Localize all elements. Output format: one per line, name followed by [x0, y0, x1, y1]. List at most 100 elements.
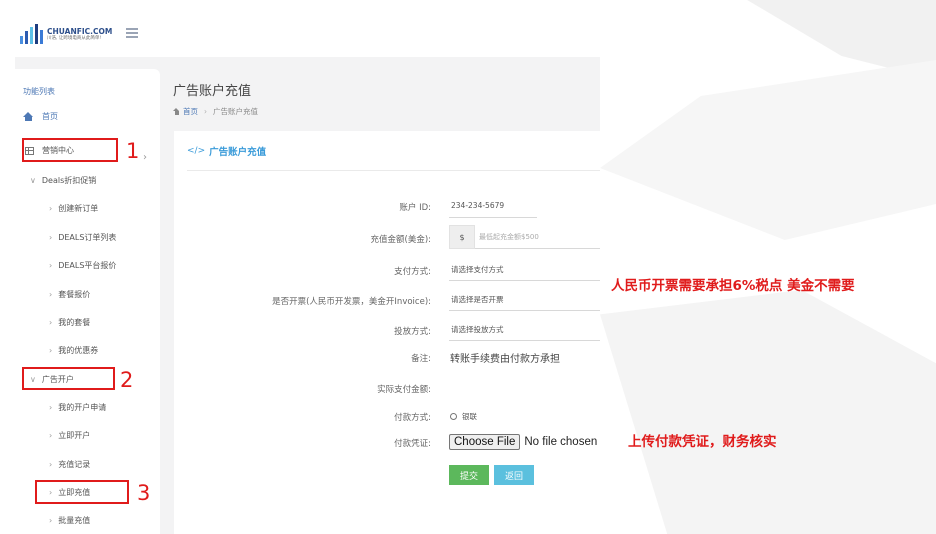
chevron-right-icon: ›: [49, 403, 53, 412]
logo-bar: [20, 36, 23, 44]
remark-value: 转账手续费由付款方承担: [450, 354, 560, 365]
remark-label: 备注:: [411, 354, 431, 364]
logo-bar: [40, 30, 43, 44]
account-id-value[interactable]: 234-234-5679: [451, 201, 504, 210]
sidebar-item-label: 套餐报价: [58, 290, 91, 299]
chevron-right-icon: ›: [49, 460, 53, 469]
file-status: No file chosen: [524, 436, 598, 448]
upload-voucher-note: 上传付款凭证，财务核实: [628, 434, 777, 450]
delivery-underline: [449, 340, 600, 341]
sidebar-item-my-packages[interactable]: › 我的套餐: [49, 317, 90, 328]
brand-name: CHUANFIC.COM: [47, 26, 113, 36]
highlight-box-ad-account: [22, 367, 115, 390]
sidebar-item-create-order[interactable]: › 创建新订单: [49, 203, 98, 214]
chevron-right-icon: ›: [49, 204, 53, 213]
chevron-right-icon: ›: [49, 516, 53, 525]
choose-file-button[interactable]: Choose File: [449, 434, 521, 450]
sidebar-item-label: Deals折扣促销: [41, 176, 97, 185]
sidebar-item-home[interactable]: 首页: [23, 111, 58, 122]
breadcrumb-home-label: 首页: [183, 107, 198, 116]
sidebar-item-label: 充值记录: [58, 460, 91, 469]
sidebar-title: 功能列表: [23, 87, 55, 96]
logo-bar: [35, 24, 38, 44]
voucher-label: 付款凭证:: [394, 439, 431, 449]
payment-method-underline: [449, 280, 600, 281]
back-button[interactable]: 返回: [494, 465, 534, 485]
delivery-select[interactable]: 请选择投放方式: [451, 324, 504, 335]
radio-label: 银联: [462, 412, 477, 421]
sidebar-item-package-pricing[interactable]: › 套餐报价: [49, 289, 90, 300]
sidebar-item-open-account[interactable]: › 立即开户: [49, 430, 90, 441]
background-shape: [600, 60, 936, 240]
pay-type-unionpay-radio[interactable]: 银联: [450, 411, 477, 422]
annotation-number-2: 2: [120, 368, 134, 392]
brand-tagline: 川浩, 让跨境电商从此简单!: [47, 35, 102, 41]
sidebar-item-my-coupons[interactable]: › 我的优惠券: [49, 345, 98, 356]
sidebar-item-label: DEALS订单列表: [58, 233, 117, 242]
menu-line: [126, 28, 138, 30]
main-content: 广告账户充值 首页 › 广告账户充值 </> 广告账户充值 账户 ID: 234…: [160, 69, 600, 534]
amount-label: 充值金额(美金):: [370, 235, 432, 245]
brand-logo[interactable]: CHUANFIC.COM 川浩, 让跨境电商从此简单!: [20, 24, 112, 44]
breadcrumb-current: 广告账户充值: [213, 107, 258, 116]
sidebar-item-label: 批量充值: [58, 516, 91, 525]
invoice-underline: [449, 310, 600, 311]
sidebar-item-label: DEALS平台报价: [58, 261, 117, 270]
sidebar-item-label: 我的优惠券: [58, 346, 99, 355]
sidebar-item-deals-pricing[interactable]: › DEALS平台报价: [49, 260, 116, 271]
invoice-select[interactable]: 请选择是否开票: [451, 294, 504, 305]
card-divider: [187, 170, 600, 171]
home-icon: [23, 112, 34, 121]
payment-method-select[interactable]: 请选择支付方式: [451, 264, 504, 275]
account-id-label: 账户 ID:: [399, 203, 431, 213]
card-title: </> 广告账户充值: [187, 144, 266, 158]
background-shape: [600, 290, 936, 534]
submit-button[interactable]: 提交: [449, 465, 489, 485]
chevron-right-icon: ›: [49, 431, 53, 440]
invoice-label: 是否开票(人民币开发票，美金开Invoice):: [272, 297, 431, 307]
breadcrumb: 首页 › 广告账户充值: [173, 106, 258, 117]
app-window: CHUANFIC.COM 川浩, 让跨境电商从此简单! 功能列表 首页 营销中心…: [15, 14, 600, 534]
menu-toggle-icon[interactable]: [126, 28, 138, 38]
pay-type-label: 付款方式:: [394, 413, 431, 423]
sidebar-item-deals-orders[interactable]: › DEALS订单列表: [49, 232, 116, 243]
sidebar-item-recharge-records[interactable]: › 充值记录: [49, 459, 90, 470]
card-title-label: 广告账户充值: [209, 147, 267, 158]
sidebar-item-label: 创建新订单: [58, 204, 99, 213]
sidebar-item-label: 首页: [42, 112, 58, 121]
sidebar-group-deals[interactable]: ∨ Deals折扣促销: [30, 175, 96, 186]
logo-bar: [25, 31, 28, 44]
sidebar-item-my-applications[interactable]: › 我的开户申请: [49, 402, 106, 413]
currency-symbol: $: [449, 225, 475, 249]
highlight-box-recharge-now: [35, 480, 129, 504]
sidebar-item-label: 我的开户申请: [58, 403, 107, 412]
code-icon: </>: [187, 146, 206, 156]
annotation-number-1: 1: [126, 139, 140, 163]
chevron-down-icon: ∨: [30, 176, 36, 185]
annotation-number-3: 3: [137, 481, 151, 505]
delivery-label: 投放方式:: [394, 327, 431, 337]
menu-line: [126, 32, 138, 34]
logo-bar: [30, 27, 33, 44]
voucher-file-input: Choose File No file chosen: [449, 434, 597, 450]
chevron-right-icon: ›: [49, 290, 53, 299]
highlight-box-marketing: [22, 138, 118, 162]
breadcrumb-separator: ›: [204, 107, 207, 116]
logo-bars-icon: [20, 24, 43, 44]
sidebar-item-label: 立即开户: [58, 431, 91, 440]
account-id-underline: [449, 217, 537, 218]
sidebar-item-label: 我的套餐: [58, 318, 91, 327]
home-icon: [173, 108, 180, 115]
breadcrumb-home[interactable]: 首页: [173, 106, 198, 117]
actual-amount-label: 实际支付金额:: [377, 385, 431, 395]
top-bar: CHUANFIC.COM 川浩, 让跨境电商从此简单!: [15, 14, 600, 57]
recharge-form-card: </> 广告账户充值 账户 ID: 234-234-5679 充值金额(美金):…: [174, 131, 600, 534]
sidebar-item-batch-recharge[interactable]: › 批量充值: [49, 515, 90, 526]
invoice-tax-note: 人民币开票需要承担6%税点 美金不需要: [611, 278, 855, 294]
radio-circle-icon: [450, 413, 457, 420]
amount-input[interactable]: 最低起充金额$500: [475, 225, 600, 249]
page-title: 广告账户充值: [173, 84, 252, 99]
chevron-right-icon: ›: [49, 318, 53, 327]
chevron-right-icon: ›: [49, 233, 53, 242]
chevron-right-icon: ›: [49, 346, 53, 355]
